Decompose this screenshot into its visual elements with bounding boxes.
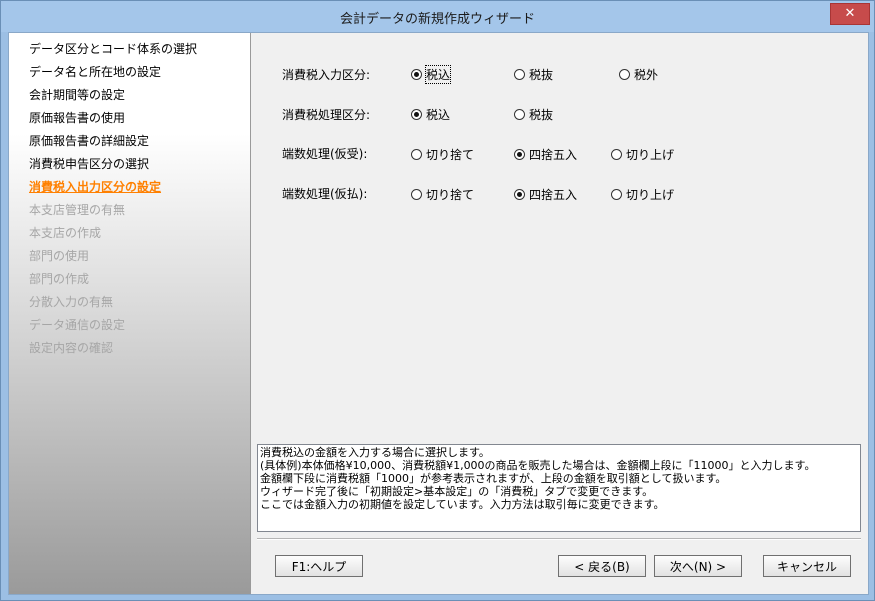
back-button[interactable]: < 戻る(B) (558, 555, 646, 577)
description-line: ここでは金額入力の初期値を設定しています。入力方法は取引毎に変更できます。 (260, 498, 665, 511)
step-item: 設定内容の確認 (29, 341, 114, 355)
next-button[interactable]: 次へ(N) > (654, 555, 742, 577)
rounding-received-radio-ceil[interactable]: 切り上げ (611, 146, 674, 163)
radio-checked-icon (514, 189, 525, 200)
radio-unchecked-icon (611, 189, 622, 200)
step-item: データ名と所在地の設定 (29, 65, 162, 79)
tax-processing-label: 消費税処理区分: (282, 108, 371, 122)
step-item: 部門の使用 (29, 249, 90, 263)
radio-unchecked-icon (411, 149, 422, 160)
radio-unchecked-icon (514, 109, 525, 120)
step-item: データ通信の設定 (29, 318, 126, 332)
step-item: 原価報告書の使用 (29, 111, 126, 125)
tax-input-label: 消費税入力区分: (282, 68, 371, 82)
rounding-received-radio-floor[interactable]: 切り捨て (411, 146, 474, 163)
step-item: 部門の作成 (29, 272, 90, 286)
rounding-received-radio-round[interactable]: 四捨五入 (514, 146, 577, 163)
step-item: 分散入力の有無 (29, 295, 114, 309)
help-button[interactable]: F1:ヘルプ (275, 555, 363, 577)
step-item: データ区分とコード体系の選択 (29, 42, 198, 56)
description-line: 消費税込の金額を入力する場合に選択します。 (260, 446, 490, 459)
radio-unchecked-icon (619, 69, 630, 80)
description-line: ウィザード完了後に「初期設定>基本設定」の「消費税」タブで変更できます。 (260, 485, 654, 498)
rounding-paid-radio-round[interactable]: 四捨五入 (514, 186, 577, 203)
wizard-client-area: データ区分とコード体系の選択 データ名と所在地の設定 会計期間等の設定 原価報告… (8, 32, 869, 595)
title-bar[interactable]: 会計データの新規作成ウィザード ✕ (1, 1, 874, 32)
rounding-paid-radio-floor[interactable]: 切り捨て (411, 186, 474, 203)
radio-checked-icon (514, 149, 525, 160)
tax-input-radio-excluded[interactable]: 税抜 (514, 66, 553, 83)
cancel-button[interactable]: キャンセル (763, 555, 851, 577)
tax-input-radio-outside[interactable]: 税外 (619, 66, 658, 83)
description-box[interactable]: 消費税込の金額を入力する場合に選択します。 (具体例)本体価格¥10,000、消費… (257, 444, 861, 532)
radio-unchecked-icon (514, 69, 525, 80)
wizard-window: 会計データの新規作成ウィザード ✕ データ区分とコード体系の選択 データ名と所在… (0, 0, 875, 601)
rounding-paid-radio-ceil[interactable]: 切り上げ (611, 186, 674, 203)
step-item: 消費税申告区分の選択 (29, 157, 150, 171)
window-title: 会計データの新規作成ウィザード (339, 12, 535, 27)
step-item-current: 消費税入出力区分の設定 (29, 180, 162, 194)
description-line: 金額欄下段に消費税額「1000」が参考表示されますが、上段の金額を取引額として扱… (260, 472, 727, 485)
description-line: (具体例)本体価格¥10,000、消費税額¥1,000の商品を販売した場合は、金… (260, 459, 816, 472)
step-sidebar: データ区分とコード体系の選択 データ名と所在地の設定 会計期間等の設定 原価報告… (9, 33, 251, 594)
close-icon: ✕ (844, 6, 856, 21)
step-item: 本支店の作成 (29, 226, 102, 240)
rounding-received-label: 端数処理(仮受): (282, 147, 368, 161)
step-item: 会計期間等の設定 (29, 88, 126, 102)
step-item: 本支店管理の有無 (29, 203, 126, 217)
close-button[interactable]: ✕ (830, 3, 870, 25)
radio-checked-icon (411, 69, 422, 80)
button-separator (257, 538, 861, 540)
radio-unchecked-icon (411, 189, 422, 200)
tax-processing-radio-included[interactable]: 税込 (411, 106, 450, 123)
radio-unchecked-icon (611, 149, 622, 160)
settings-panel: 消費税入力区分: 税込 税抜 税外 消費税処理区分: 税込 税抜 端数処理(仮受… (251, 33, 868, 594)
step-item: 原価報告書の詳細設定 (29, 134, 150, 148)
tax-input-radio-included[interactable]: 税込 (411, 65, 452, 84)
rounding-paid-label: 端数処理(仮払): (282, 187, 368, 201)
radio-checked-icon (411, 109, 422, 120)
tax-processing-radio-excluded[interactable]: 税抜 (514, 106, 553, 123)
